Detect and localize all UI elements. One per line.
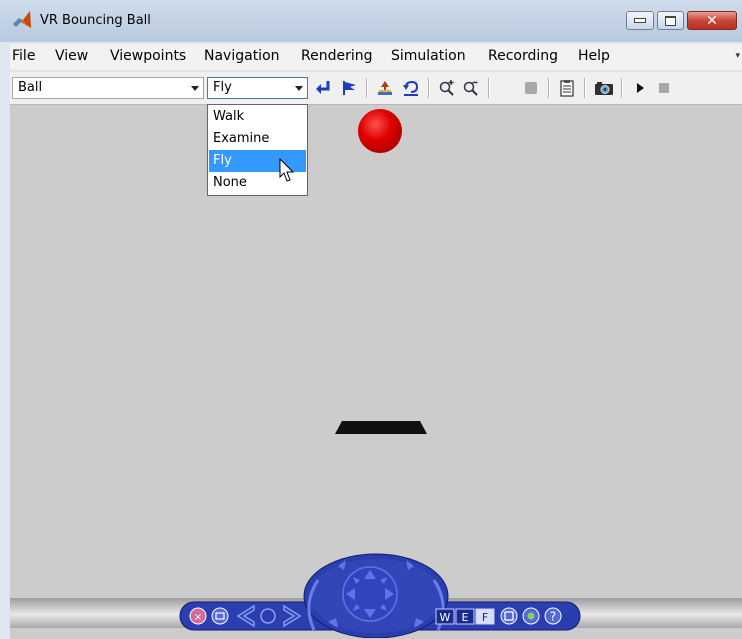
stop-button[interactable]: [653, 78, 675, 98]
create-viewpoint-button[interactable]: [338, 78, 360, 98]
chevron-down-icon[interactable]: [191, 86, 199, 91]
dropdown-option-walk[interactable]: Walk: [209, 106, 306, 128]
viewpoint-select-value: Ball: [18, 80, 43, 95]
window-title: VR Bouncing Ball: [40, 13, 151, 28]
undo-move-button[interactable]: [400, 78, 422, 98]
disabled-toolbar-button[interactable]: [520, 78, 542, 98]
menu-overflow-icon[interactable]: ▾: [735, 50, 740, 61]
fly-mode-label[interactable]: F: [482, 611, 488, 624]
toolbar-separator: [366, 78, 368, 98]
play-button[interactable]: [629, 78, 651, 98]
navigation-mode-select-value: Fly: [213, 80, 232, 95]
walk-mode-label[interactable]: W: [440, 611, 451, 624]
toolbar-separator: [621, 78, 623, 98]
menu-bar: File View Viewpoints Navigation Renderin…: [10, 44, 742, 71]
svg-text:×: ×: [194, 612, 202, 623]
chevron-down-icon[interactable]: [295, 86, 303, 91]
menu-rendering[interactable]: Rendering: [301, 48, 373, 64]
clipboard-icon: [560, 80, 574, 97]
toolbar: Ball Fly: [10, 72, 742, 105]
return-to-viewpoint-button[interactable]: [312, 78, 334, 98]
flag-icon: [343, 81, 356, 95]
camera-icon: [595, 82, 613, 95]
menu-file[interactable]: File: [12, 48, 35, 64]
paddle: [335, 421, 427, 434]
mouse-cursor-icon: [279, 158, 295, 182]
menu-help[interactable]: Help: [578, 48, 610, 64]
menu-simulation[interactable]: Simulation: [391, 48, 466, 64]
examine-mode-label[interactable]: E: [462, 611, 469, 624]
bouncing-ball: [358, 109, 402, 153]
dropdown-option-examine[interactable]: Examine: [209, 128, 306, 150]
menu-recording[interactable]: Recording: [488, 48, 558, 64]
close-icon: ✕: [706, 12, 718, 29]
snapshot-button[interactable]: [593, 78, 615, 98]
play-icon: [637, 83, 644, 93]
navigation-panel: × W E F ?: [179, 553, 581, 638]
toolbar-separator: [548, 78, 550, 98]
toolbar-separator: [428, 78, 430, 98]
menu-view[interactable]: View: [55, 48, 88, 64]
menu-navigation[interactable]: Navigation: [204, 48, 280, 64]
zoom-out-icon: [463, 81, 478, 96]
minimize-icon: [634, 18, 646, 23]
application-window: VR Bouncing Ball ✕ File View Viewpoints …: [0, 0, 742, 639]
toolbar-separator: [584, 78, 586, 98]
zoom-in-button[interactable]: [436, 78, 458, 98]
maximize-icon: [665, 15, 676, 26]
toolbar-separator: [488, 78, 490, 98]
return-to-viewpoint-icon: [316, 81, 330, 94]
help-icon[interactable]: ?: [550, 610, 556, 624]
menu-viewpoints[interactable]: Viewpoints: [110, 48, 186, 64]
navigation-mode-select[interactable]: Fly: [207, 77, 308, 99]
straighten-up-icon: [378, 81, 392, 95]
vr-scene-canvas[interactable]: × W E F ?: [10, 105, 742, 639]
zoom-out-button[interactable]: [460, 78, 482, 98]
matlab-icon: [13, 11, 31, 28]
viewpoint-select[interactable]: Ball: [12, 77, 204, 99]
maximize-button[interactable]: [657, 11, 684, 30]
undo-move-icon: [403, 80, 419, 96]
minimize-button[interactable]: [626, 11, 654, 30]
zoom-in-icon: [439, 80, 454, 96]
stop-icon: [659, 83, 669, 93]
clipboard-button[interactable]: [556, 78, 578, 98]
title-bar[interactable]: VR Bouncing Ball ✕: [0, 0, 742, 42]
disabled-icon: [525, 82, 537, 94]
straighten-up-button[interactable]: [374, 78, 396, 98]
close-button[interactable]: ✕: [687, 11, 737, 30]
